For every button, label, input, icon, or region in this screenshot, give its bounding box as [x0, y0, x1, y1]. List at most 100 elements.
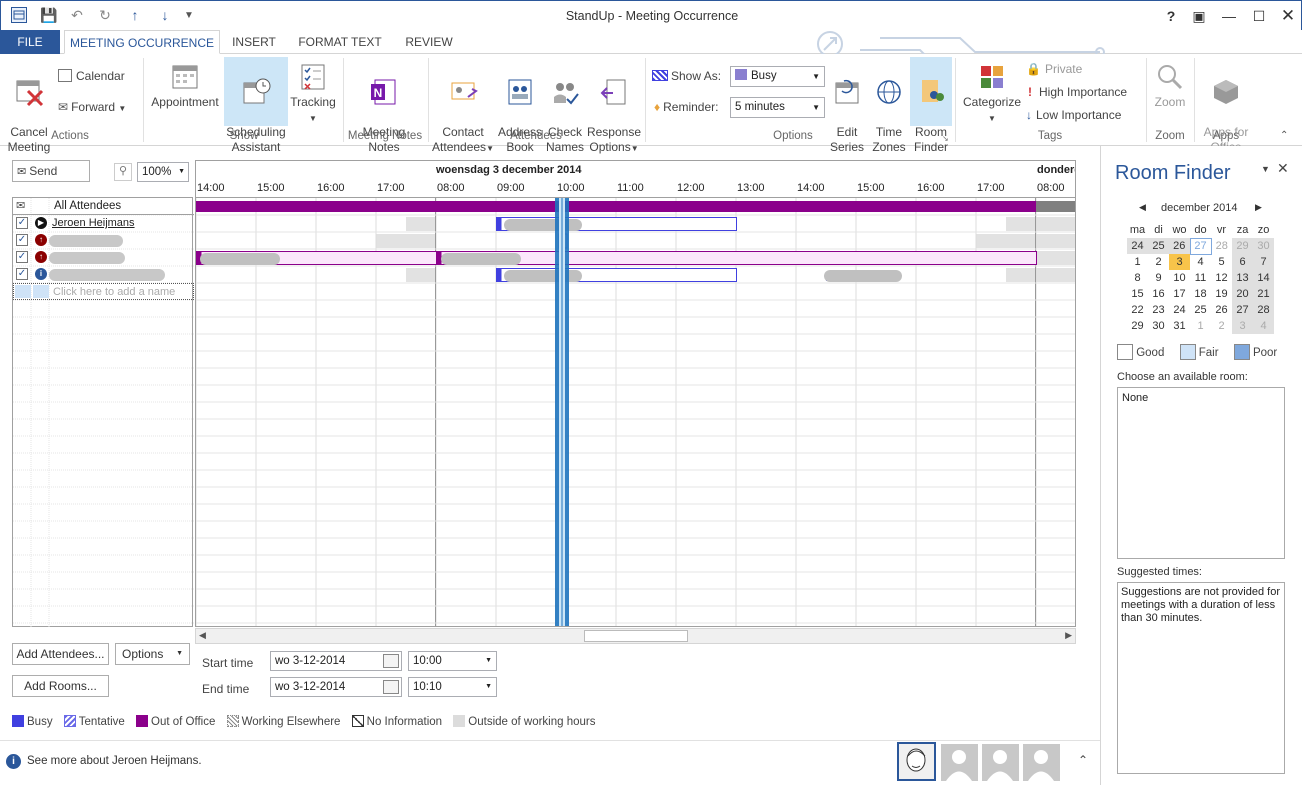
checkbox-icon[interactable]: ✓	[16, 217, 28, 229]
attendee-row[interactable]: ✓ i	[13, 266, 194, 283]
ribbon-display-options-icon[interactable]: ▣	[1185, 5, 1213, 27]
contact-photo-placeholder[interactable]	[982, 744, 1019, 781]
calendar-day[interactable]: 23	[1148, 302, 1169, 318]
calendar-day[interactable]: 1	[1127, 254, 1148, 270]
attendee-envelope-icon[interactable]: ✉	[16, 199, 25, 212]
room-list[interactable]: None	[1117, 387, 1285, 559]
calendar-day[interactable]: 17	[1169, 286, 1190, 302]
calendar-day[interactable]: 8	[1127, 270, 1148, 286]
attendee-row[interactable]: ✓ ↑	[13, 249, 194, 266]
next-month-icon[interactable]: ▶	[1255, 202, 1262, 213]
calendar-day[interactable]: 22	[1127, 302, 1148, 318]
calendar-day[interactable]: 15	[1127, 286, 1148, 302]
calendar-day[interactable]: 20	[1232, 286, 1253, 302]
private-button[interactable]: 🔒 Private	[1026, 62, 1082, 76]
checkbox-icon[interactable]: ✓	[16, 234, 28, 246]
calendar-day[interactable]: 9	[1148, 270, 1169, 286]
scheduling-grid[interactable]: woensdag 3 december 2014 donderd 14:00 15…	[195, 160, 1076, 627]
calendar-day[interactable]: 25	[1148, 238, 1169, 254]
calendar-picker-icon[interactable]	[383, 680, 399, 694]
close-pane-icon[interactable]: ✕	[1277, 160, 1289, 177]
contact-photo-selected[interactable]	[897, 742, 936, 781]
pane-options-icon[interactable]: ▼	[1261, 164, 1270, 174]
calendar-day[interactable]: 19	[1211, 286, 1232, 302]
calendar-day[interactable]: 11	[1190, 270, 1211, 286]
contact-photo-placeholder[interactable]	[1023, 744, 1060, 781]
attendee-name[interactable]: Jeroen Heijmans	[52, 217, 135, 229]
zoom-percent-select[interactable]: 100% ▼	[137, 162, 189, 182]
minimize-button[interactable]: —	[1215, 5, 1243, 27]
horizontal-scrollbar[interactable]: ◀ ▶	[195, 628, 1076, 644]
close-button[interactable]: ✕	[1274, 5, 1302, 27]
calendar-button[interactable]: Calendar	[58, 69, 138, 83]
scroll-left-icon[interactable]: ◀	[199, 630, 206, 641]
add-name-placeholder[interactable]: Click here to add a name	[53, 286, 175, 298]
calendar-day[interactable]: 1	[1190, 318, 1211, 334]
calendar-day[interactable]: 13	[1232, 270, 1253, 286]
contact-attendees-button[interactable]: Contact Attendees▼	[430, 62, 496, 156]
checkbox-icon[interactable]: ✓	[16, 268, 28, 280]
calendar-day[interactable]: 30	[1253, 238, 1274, 254]
zoom-search-icon[interactable]: ⚲	[114, 163, 132, 181]
help-icon[interactable]: ?	[1157, 5, 1185, 27]
calendar-day[interactable]: 5	[1211, 254, 1232, 270]
mini-calendar[interactable]: ma di wo do vr za zo 24 25 26 27 28 29 30 1 2 3 4 5 6 7 8 9 10 1…	[1127, 222, 1274, 334]
zoom-button[interactable]: Zoom	[1150, 62, 1190, 110]
calendar-day[interactable]: 3	[1169, 254, 1190, 270]
people-pane-text[interactable]: See more about Jeroen Heijmans.	[27, 755, 202, 767]
collapse-ribbon-icon[interactable]: ⌃	[1280, 130, 1288, 141]
calendar-day[interactable]: 31	[1169, 318, 1190, 334]
grid-body[interactable]	[196, 198, 1076, 627]
calendar-day[interactable]: 7	[1253, 254, 1274, 270]
calendar-day[interactable]: 12	[1211, 270, 1232, 286]
calendar-day[interactable]: 25	[1190, 302, 1211, 318]
calendar-day[interactable]: 30	[1148, 318, 1169, 334]
attendee-row[interactable]: ✓ ↑	[13, 232, 194, 249]
calendar-day[interactable]: 28	[1253, 302, 1274, 318]
send-button[interactable]: ✉ Send	[12, 160, 90, 182]
calendar-day[interactable]: 2	[1211, 318, 1232, 334]
calendar-day[interactable]: 10	[1169, 270, 1190, 286]
calendar-day[interactable]: 24	[1127, 238, 1148, 254]
options-button[interactable]: Options ▼	[115, 643, 190, 665]
expand-people-pane-icon[interactable]: ⌃	[1078, 753, 1088, 767]
forward-button[interactable]: ✉ Forward ▼	[58, 100, 138, 114]
scheduling-assistant-button[interactable]: Scheduling Assistant	[224, 57, 288, 154]
start-time-select[interactable]: 10:00 ▼	[408, 651, 497, 671]
calendar-day[interactable]: 26	[1211, 302, 1232, 318]
add-name-row[interactable]: Click here to add a name	[13, 283, 194, 300]
calendar-day[interactable]: 29	[1232, 238, 1253, 254]
maximize-button[interactable]: ☐	[1245, 5, 1273, 27]
prev-month-icon[interactable]: ◀	[1139, 202, 1146, 213]
calendar-day[interactable]: 27	[1232, 302, 1253, 318]
calendar-day[interactable]: 16	[1148, 286, 1169, 302]
calendar-day[interactable]: 26	[1169, 238, 1190, 254]
tab-insert[interactable]: INSERT	[222, 30, 286, 54]
end-date-field[interactable]: wo 3-12-2014	[270, 677, 402, 697]
tab-meeting-occurrence[interactable]: MEETING OCCURRENCE	[64, 30, 220, 54]
calendar-day[interactable]: 3	[1232, 318, 1253, 334]
calendar-day[interactable]: 2	[1148, 254, 1169, 270]
calendar-day[interactable]: 28	[1211, 238, 1232, 254]
calendar-day[interactable]: 27	[1189, 237, 1212, 255]
tab-format-text[interactable]: FORMAT TEXT	[290, 30, 390, 54]
low-importance-button[interactable]: ↓ Low Importance	[1026, 108, 1121, 122]
room-finder-button[interactable]: Room Finder	[910, 57, 952, 154]
appointment-button[interactable]: Appointment	[148, 62, 222, 110]
suggested-times-list[interactable]: Suggestions are not provided for meeting…	[1117, 582, 1285, 774]
attendee-row[interactable]: ✓ ▶ Jeroen Heijmans	[13, 215, 194, 232]
room-list-item[interactable]: None	[1122, 392, 1148, 404]
calendar-day[interactable]: 6	[1232, 254, 1253, 270]
calendar-day[interactable]: 4	[1190, 254, 1211, 270]
calendar-day[interactable]: 14	[1253, 270, 1274, 286]
reminder-select[interactable]: 5 minutes ▼	[730, 97, 825, 118]
high-importance-button[interactable]: ! High Importance	[1028, 85, 1127, 99]
response-options-button[interactable]: Response Options▼	[586, 62, 642, 156]
calendar-day[interactable]: 24	[1169, 302, 1190, 318]
dialog-launcher-icon[interactable]: ↘	[942, 134, 949, 143]
show-as-select[interactable]: Busy ▼	[730, 66, 825, 87]
calendar-day[interactable]: 18	[1190, 286, 1211, 302]
tracking-button[interactable]: Tracking ▼	[288, 62, 338, 126]
scroll-thumb[interactable]	[584, 630, 688, 642]
calendar-day[interactable]: 4	[1253, 318, 1274, 334]
